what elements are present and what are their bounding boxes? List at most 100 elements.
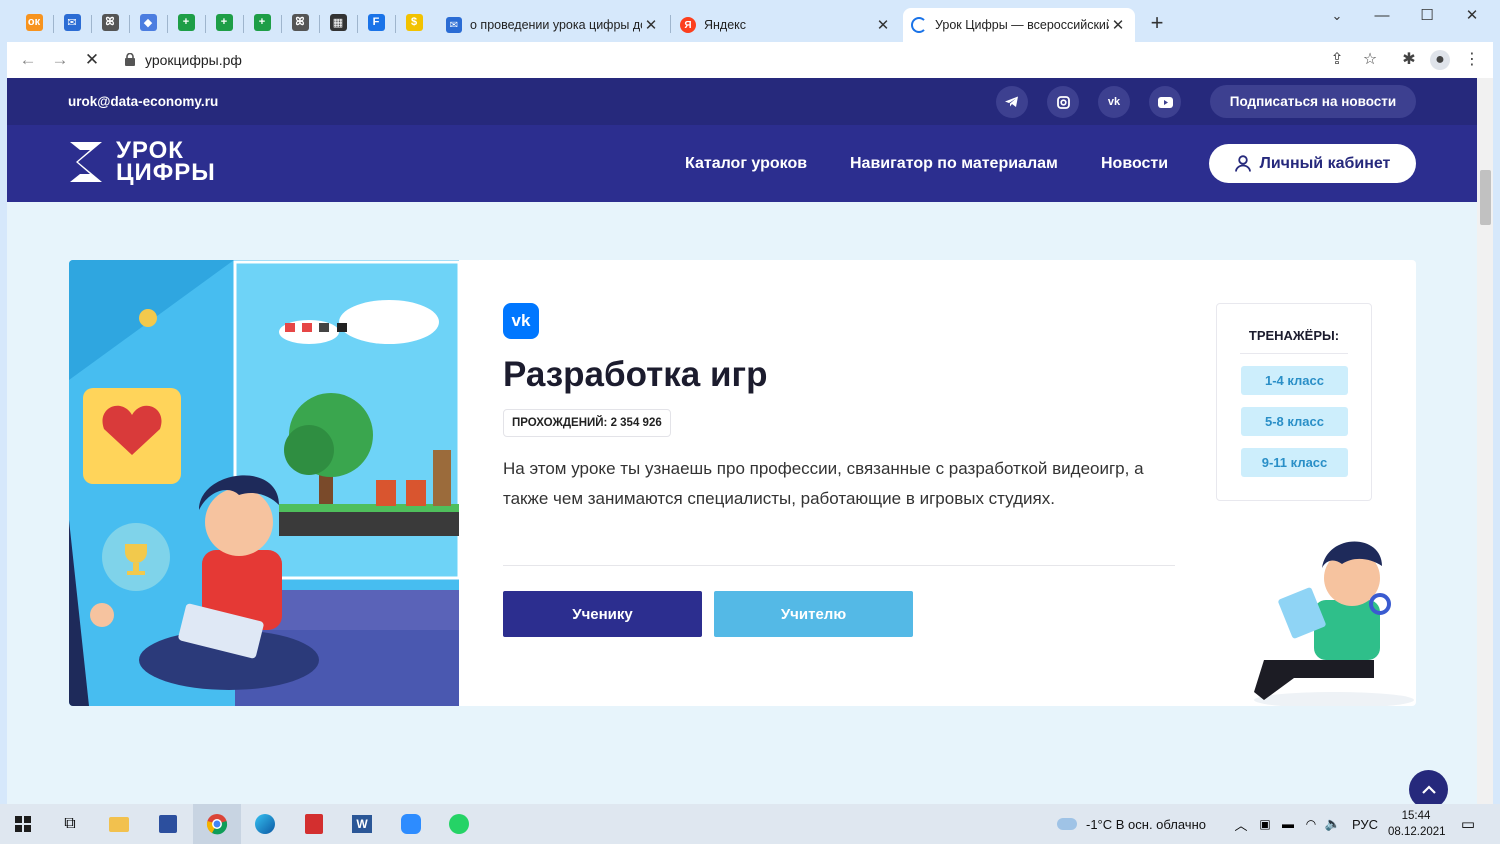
- money-icon: $: [405, 13, 423, 31]
- chrome-taskbar-icon[interactable]: [193, 804, 241, 844]
- chevron-up-icon: [1421, 785, 1436, 794]
- bookmark-star-icon[interactable]: ☆: [1360, 50, 1380, 70]
- pinned-tab[interactable]: +: [244, 8, 280, 36]
- personal-cabinet-label: Личный кабинет: [1259, 154, 1391, 172]
- browser-menu-icon[interactable]: ⋮: [1462, 50, 1482, 70]
- divider: [1240, 353, 1348, 354]
- diamond-icon: ◆: [139, 13, 157, 31]
- butterfly-icon: ꕤ: [101, 13, 119, 31]
- system-clock[interactable]: 15:44 08.12.2021: [1388, 808, 1446, 840]
- lesson-card: vk Разработка игр ПРОХОЖДЕНИЙ: 2 354 926…: [69, 260, 1416, 706]
- tab-title: Яндекс: [704, 18, 747, 32]
- vk-social-icon[interactable]: vk: [1098, 86, 1130, 118]
- pinned-tab[interactable]: +: [206, 8, 242, 36]
- grade-1-4-button[interactable]: 1-4 класс: [1241, 366, 1348, 395]
- mail-favicon-icon: ✉: [446, 17, 462, 33]
- save-app-icon[interactable]: [153, 810, 183, 838]
- pinned-tab[interactable]: $: [396, 8, 432, 36]
- clock-time: 15:44: [1401, 810, 1431, 822]
- student-button[interactable]: Ученику: [503, 591, 702, 637]
- boy-with-laptop-illustration: [1254, 541, 1414, 706]
- lock-icon[interactable]: [125, 53, 135, 66]
- sheets-icon: +: [215, 13, 233, 31]
- teacher-button[interactable]: Учителю: [714, 591, 913, 637]
- tab-title: Урок Цифры — всероссийский: [935, 18, 1109, 32]
- close-tab-icon[interactable]: ✕: [642, 16, 660, 34]
- whatsapp-icon[interactable]: [444, 810, 474, 838]
- start-button[interactable]: [8, 810, 38, 838]
- weather-cloud-icon[interactable]: [1052, 810, 1082, 838]
- tab-search-icon[interactable]: ⌄: [1315, 4, 1359, 28]
- nav-catalog-link[interactable]: Каталог уроков: [685, 155, 807, 173]
- back-button[interactable]: ←: [17, 49, 39, 71]
- odnoklassniki-icon: ок: [25, 13, 43, 31]
- urok-cifry-logo[interactable]: УРОК ЦИФРЫ: [68, 139, 228, 187]
- loading-spinner-icon: [911, 17, 927, 33]
- tab-yandex[interactable]: Я Яндекс ✕: [672, 8, 900, 42]
- personal-cabinet-button[interactable]: Личный кабинет: [1209, 144, 1416, 183]
- profile-avatar-icon[interactable]: ●: [1430, 50, 1450, 70]
- grade-9-11-button[interactable]: 9-11 класс: [1241, 448, 1348, 477]
- new-tab-button[interactable]: +: [1146, 12, 1168, 35]
- pinned-tab[interactable]: ◆: [130, 8, 166, 36]
- address-bar[interactable]: урокцифры.рф: [145, 52, 242, 68]
- main-navigation: УРОК ЦИФРЫ Каталог уроков Навигатор по м…: [7, 125, 1477, 202]
- stop-loading-button[interactable]: ✕: [81, 49, 103, 71]
- qr-icon: ▦: [329, 13, 347, 31]
- game-development-illustration: [69, 260, 459, 706]
- windows-logo-icon: [15, 816, 31, 832]
- language-indicator[interactable]: РУС: [1352, 817, 1378, 832]
- weather-text[interactable]: -1°C В осн. облачно: [1086, 817, 1206, 832]
- pinned-tab[interactable]: ✉: [54, 8, 90, 36]
- edge-icon[interactable]: [250, 810, 280, 838]
- pinned-tab[interactable]: ▦: [320, 8, 356, 36]
- pinned-tab[interactable]: ꕤ: [282, 8, 318, 36]
- task-view-icon[interactable]: ⧉: [55, 810, 85, 838]
- forward-button[interactable]: →: [49, 49, 71, 71]
- butterfly-icon: ꕤ: [291, 13, 309, 31]
- passes-count-badge: ПРОХОЖДЕНИЙ: 2 354 926: [503, 409, 671, 437]
- grade-5-8-button[interactable]: 5-8 класс: [1241, 407, 1348, 436]
- acrobat-icon[interactable]: [299, 810, 329, 838]
- windows-taskbar: ⧉ W -1°C В осн. облачно ︿ ▣ ▬ ◠ 🔈 РУС 15…: [0, 804, 1500, 844]
- tab-urok-cifry[interactable]: Урок Цифры — всероссийский ✕: [903, 8, 1135, 42]
- site-topbar: urok@data-economy.ru vk Подписаться на н…: [7, 78, 1477, 125]
- lesson-title: Разработка игр: [503, 355, 768, 394]
- instagram-icon[interactable]: [1047, 86, 1079, 118]
- user-icon: [1234, 155, 1251, 172]
- pinned-tab[interactable]: ок: [16, 8, 52, 36]
- divider: [503, 565, 1175, 566]
- youtube-icon[interactable]: [1149, 86, 1181, 118]
- lesson-description: На этом уроке ты узнаешь про профессии, …: [503, 459, 1144, 508]
- file-explorer-icon[interactable]: [104, 810, 134, 838]
- close-tab-icon[interactable]: ✕: [1109, 16, 1127, 34]
- share-icon[interactable]: ⇪: [1327, 50, 1347, 70]
- browser-toolbar: ← → ✕ урокцифры.рф ⇪ ☆ ✱ ● ⋮: [7, 42, 1493, 78]
- sheets-icon: +: [177, 13, 195, 31]
- logo-text: УРОК ЦИФРЫ: [116, 137, 216, 186]
- mail-icon: ✉: [63, 13, 81, 31]
- extensions-icon[interactable]: ✱: [1399, 50, 1419, 70]
- notifications-icon[interactable]: ▭: [1453, 810, 1483, 838]
- subscribe-news-button[interactable]: Подписаться на новости: [1210, 85, 1416, 118]
- maximize-button[interactable]: ☐: [1405, 4, 1449, 28]
- close-window-button[interactable]: ✕: [1450, 4, 1494, 28]
- scrollbar-thumb[interactable]: [1480, 170, 1491, 225]
- logo-mark-icon: [70, 142, 102, 182]
- tab-mail[interactable]: ✉ о проведении урока цифры до ✕: [438, 8, 668, 42]
- nav-news-link[interactable]: Новости: [1101, 155, 1168, 173]
- zoom-icon[interactable]: [396, 810, 426, 838]
- browser-tabstrip: ок ✉ ꕤ ◆ + + + ꕤ ▦ F $ ✉ о проведении урока цифры …: [0, 0, 1500, 42]
- contact-email-link[interactable]: urok@data-economy.ru: [68, 94, 218, 109]
- trainers-panel: ТРЕНАЖЁРЫ: 1-4 класс 5-8 класс 9-11 клас…: [1216, 303, 1372, 501]
- pinned-tab[interactable]: F: [358, 8, 394, 36]
- pinned-tab[interactable]: +: [168, 8, 204, 36]
- minimize-button[interactable]: —: [1360, 4, 1404, 28]
- telegram-icon[interactable]: [996, 86, 1028, 118]
- trainers-title: ТРЕНАЖЁРЫ:: [1248, 328, 1340, 343]
- nav-navigator-link[interactable]: Навигатор по материалам: [850, 155, 1058, 173]
- close-tab-icon[interactable]: ✕: [874, 16, 892, 34]
- pinned-tab[interactable]: ꕤ: [92, 8, 128, 36]
- volume-icon[interactable]: 🔈: [1318, 810, 1348, 838]
- word-icon[interactable]: W: [347, 810, 377, 838]
